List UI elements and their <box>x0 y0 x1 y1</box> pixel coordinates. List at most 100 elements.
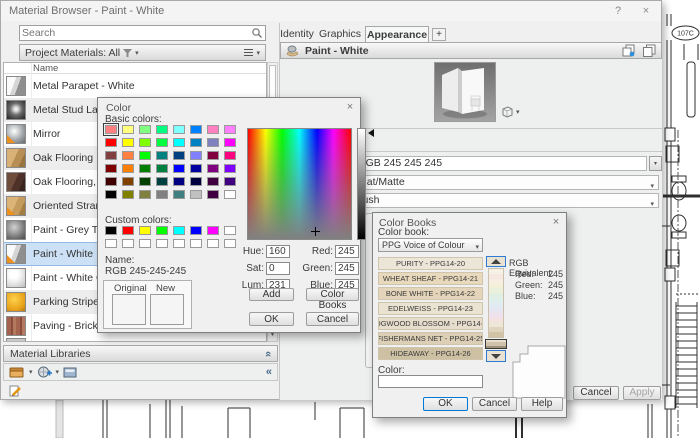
luminance-slider[interactable] <box>357 128 366 240</box>
color-swatch[interactable] <box>122 239 134 248</box>
color-swatch[interactable] <box>173 164 185 173</box>
color-strip[interactable] <box>488 268 504 338</box>
color-value-field[interactable]: RGB 245 245 245 <box>341 156 647 171</box>
color-book-entry[interactable]: FISHERMANS NET - PPG14-25 <box>378 332 483 345</box>
duplicate-asset-icon[interactable] <box>642 44 657 57</box>
color-swatch[interactable] <box>139 151 151 160</box>
color-swatch[interactable] <box>122 177 134 186</box>
collapse-library-icon[interactable]: « <box>266 366 272 378</box>
application-dropdown[interactable]: Brush ▾ <box>341 193 659 208</box>
color-swatch[interactable] <box>224 177 236 186</box>
color-swatch[interactable] <box>156 125 168 134</box>
material-preview[interactable] <box>434 62 496 122</box>
color-books-button[interactable]: Color Books <box>306 288 359 301</box>
color-swatch[interactable] <box>173 138 185 147</box>
color-swatch[interactable] <box>224 239 236 248</box>
preview-scene-button[interactable]: ▾ <box>501 105 525 119</box>
color-swatch[interactable] <box>207 239 219 248</box>
library-folder-icon[interactable] <box>9 366 25 378</box>
tab-identity[interactable]: Identity <box>277 26 317 42</box>
color-swatch[interactable] <box>207 190 219 199</box>
edit-material-icon[interactable] <box>9 385 23 398</box>
color-swatch[interactable] <box>190 125 202 134</box>
color-swatch[interactable] <box>156 177 168 186</box>
color-swatch[interactable] <box>139 177 151 186</box>
caret-down-icon[interactable]: ▾ <box>56 368 60 376</box>
finish-dropdown[interactable]: Flat/Matte ▾ <box>341 175 659 190</box>
color-swatch[interactable] <box>207 138 219 147</box>
color-swatch[interactable] <box>105 125 117 134</box>
strip-up-button[interactable] <box>486 256 506 267</box>
tab-appearance[interactable]: Appearance <box>365 26 429 43</box>
color-swatch[interactable] <box>139 164 151 173</box>
color-swatch[interactable] <box>190 226 202 235</box>
color-swatch[interactable] <box>207 164 219 173</box>
strip-handle[interactable] <box>485 339 507 349</box>
cancel-button[interactable]: Cancel <box>472 397 517 411</box>
cancel-button[interactable]: Cancel <box>306 312 359 326</box>
color-swatch[interactable] <box>207 226 219 235</box>
color-swatch[interactable] <box>173 177 185 186</box>
color-swatch[interactable] <box>105 239 117 248</box>
color-swatch[interactable] <box>139 125 151 134</box>
field-input[interactable]: 245 <box>335 262 359 275</box>
color-swatch[interactable] <box>224 125 236 134</box>
color-swatch[interactable] <box>173 151 185 160</box>
color-book-entry[interactable]: HIDEAWAY - PPG14-26 <box>378 347 483 360</box>
color-swatch[interactable] <box>190 177 202 186</box>
color-swatch[interactable] <box>173 125 185 134</box>
luminance-arrow[interactable] <box>368 129 374 137</box>
color-swatch[interactable] <box>207 151 219 160</box>
help-button[interactable]: Help <box>521 397 563 411</box>
replace-asset-icon[interactable] <box>622 44 637 57</box>
color-swatch[interactable] <box>156 239 168 248</box>
color-swatch[interactable] <box>105 164 117 173</box>
color-swatch[interactable] <box>122 190 134 199</box>
color-swatch[interactable] <box>122 164 134 173</box>
color-swatch[interactable] <box>224 164 236 173</box>
color-swatch[interactable] <box>190 151 202 160</box>
color-swatch[interactable] <box>156 190 168 199</box>
color-name-input[interactable] <box>378 375 483 388</box>
color-swatch[interactable] <box>190 239 202 248</box>
cancel-button[interactable]: Cancel <box>573 386 619 400</box>
color-swatch[interactable] <box>190 164 202 173</box>
color-swatch[interactable] <box>105 190 117 199</box>
material-libraries-bar[interactable]: Material Libraries « <box>3 345 278 362</box>
color-swatch[interactable] <box>190 190 202 199</box>
caret-down-icon[interactable]: ▾ <box>29 368 33 376</box>
field-input[interactable]: 0 <box>266 262 290 275</box>
color-book-dropdown[interactable]: PPG Voice of Colour ▾ <box>378 238 483 252</box>
color-book-entry[interactable]: PURITY - PPG14-20 <box>378 257 483 270</box>
project-materials-header[interactable]: Project Materials: All ▾ ▾ <box>19 44 266 61</box>
color-swatch[interactable] <box>105 226 117 235</box>
color-swatch[interactable] <box>173 239 185 248</box>
color-swatch[interactable] <box>122 226 134 235</box>
color-book-entry[interactable]: DOGWOOD BLOSSOM - PPG14-24 <box>378 317 483 330</box>
library-panel-icon[interactable] <box>63 367 77 378</box>
color-swatch[interactable] <box>156 138 168 147</box>
color-swatch[interactable] <box>105 177 117 186</box>
color-swatch[interactable] <box>139 239 151 248</box>
color-crosshair[interactable] <box>311 227 320 236</box>
color-swatch[interactable] <box>139 190 151 199</box>
add-button[interactable]: Add <box>249 288 294 301</box>
color-swatch[interactable] <box>173 190 185 199</box>
color-swatch[interactable] <box>156 226 168 235</box>
color-swatch[interactable] <box>122 151 134 160</box>
hue-saturation-field[interactable] <box>247 128 352 240</box>
create-library-icon[interactable] <box>37 366 52 379</box>
color-field-menu-button[interactable]: ▾ <box>649 156 662 171</box>
color-swatch[interactable] <box>122 125 134 134</box>
color-swatch[interactable] <box>224 151 236 160</box>
color-book-entry[interactable]: WHEAT SHEAF - PPG14-21 <box>378 272 483 285</box>
close-button[interactable]: × <box>637 3 655 19</box>
color-swatch[interactable] <box>105 138 117 147</box>
apply-button[interactable]: Apply <box>623 386 661 400</box>
color-swatch[interactable] <box>224 226 236 235</box>
color-swatch[interactable] <box>139 226 151 235</box>
color-book-entry[interactable]: BONE WHITE - PPG14-22 <box>378 287 483 300</box>
view-options-icon[interactable] <box>244 49 253 57</box>
color-swatch[interactable] <box>173 226 185 235</box>
help-button[interactable]: ? <box>609 3 627 19</box>
